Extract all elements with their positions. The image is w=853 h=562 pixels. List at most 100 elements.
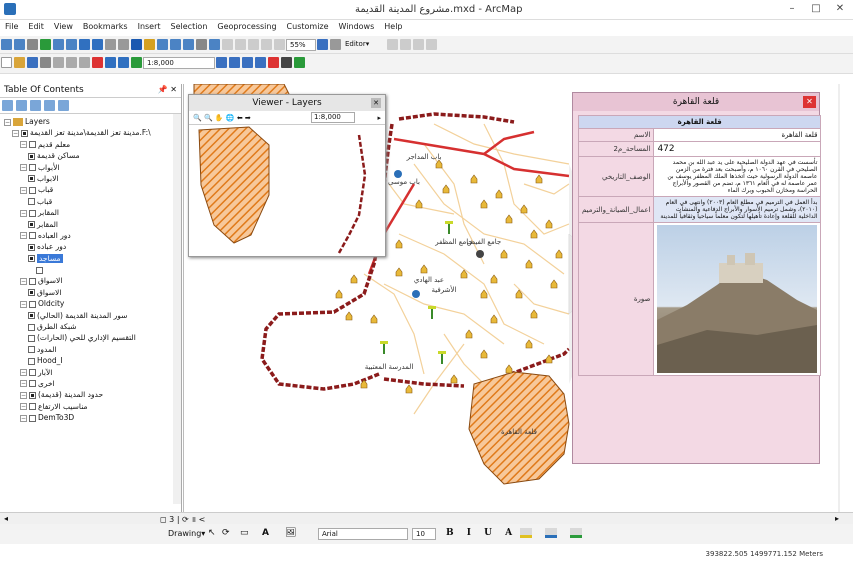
layer-visibility-checkbox[interactable]	[28, 289, 35, 297]
expand-collapse-icon[interactable]: −	[20, 380, 27, 388]
layer-visibility-checkbox[interactable]	[29, 369, 36, 377]
cut-icon[interactable]	[53, 57, 64, 68]
toc-layer-row[interactable]: − Oldcity	[4, 298, 177, 309]
toc-layer-row[interactable]: المدود	[4, 344, 177, 355]
viewer-icon[interactable]	[209, 39, 220, 50]
toc-layer-row[interactable]: − الاسواق	[4, 275, 177, 286]
map-scale-combo[interactable]: 1:8,000	[143, 57, 215, 69]
toc-layer-row[interactable]: − DemTo3D	[4, 412, 177, 423]
focus-frame-icon[interactable]	[330, 39, 341, 50]
font-name-combo[interactable]: Arial	[318, 528, 408, 540]
layer-visibility-checkbox[interactable]	[29, 141, 36, 149]
layer-visibility-checkbox[interactable]	[29, 380, 36, 388]
viewer-scale-combo[interactable]: 1:8,000	[311, 112, 355, 123]
expand-collapse-icon[interactable]: −	[20, 186, 27, 194]
toc-options-icon[interactable]	[58, 100, 69, 111]
zoom-out-icon[interactable]	[14, 39, 25, 50]
close-window-button[interactable]: ✕	[829, 2, 851, 16]
catalog-window-icon[interactable]	[242, 57, 253, 68]
expand-collapse-icon[interactable]: −	[20, 391, 27, 399]
toc-layer-row[interactable]: Hood_I	[4, 355, 177, 366]
minimize-button[interactable]: –	[781, 2, 803, 16]
expand-collapse-icon[interactable]: −	[20, 232, 27, 240]
collapse-icon[interactable]: −	[4, 118, 11, 126]
layer-visibility-checkbox[interactable]	[28, 175, 35, 183]
viewer-zoom-in-icon[interactable]: 🔍	[193, 114, 202, 122]
layer-visibility-checkbox[interactable]	[29, 300, 36, 308]
back-arrow-icon[interactable]	[79, 39, 90, 50]
full-extent-icon[interactable]	[40, 39, 51, 50]
list-by-visibility-icon[interactable]	[30, 100, 41, 111]
scroll-right-icon[interactable]: ▸	[835, 514, 839, 523]
expand-collapse-icon[interactable]: −	[20, 164, 27, 172]
viewer-window[interactable]: Viewer - Layers ✕ 🔍 🔍 ✋ 🌐 ⬅ ➡ 1:8,000 ▸	[188, 94, 386, 257]
fixed-zoom-in-icon[interactable]	[53, 39, 64, 50]
zoom-in-icon[interactable]	[1, 39, 12, 50]
layer-visibility-checkbox[interactable]	[36, 266, 43, 274]
redo-icon[interactable]	[118, 57, 129, 68]
viewer-map[interactable]	[189, 125, 385, 256]
expand-collapse-icon[interactable]: −	[12, 129, 19, 137]
paste-icon[interactable]	[79, 57, 90, 68]
text-tool-icon[interactable]: A	[262, 528, 269, 538]
fill-color-icon[interactable]	[520, 528, 532, 538]
line-color-icon[interactable]	[545, 528, 557, 538]
select-elements-icon[interactable]	[118, 39, 129, 50]
layout-pan-icon[interactable]	[248, 39, 259, 50]
list-by-drawing-order-icon[interactable]	[2, 100, 13, 111]
list-by-source-icon[interactable]	[16, 100, 27, 111]
toc-scrollbar[interactable]	[173, 114, 181, 504]
toc-layer-row[interactable]: − مدينة تعز القديمة\مدينة تعز القديمة.F:\	[4, 127, 177, 138]
layout-full-icon[interactable]	[261, 39, 272, 50]
toc-layer-row[interactable]: مساكن قديمة	[4, 150, 177, 161]
layer-visibility-checkbox[interactable]	[28, 323, 35, 331]
new-document-icon[interactable]	[1, 57, 12, 68]
expand-collapse-icon[interactable]: −	[20, 141, 27, 149]
toc-layer-row[interactable]: − دور العباده	[4, 230, 177, 241]
rotate-icon[interactable]: ⟳	[222, 528, 230, 538]
menu-edit[interactable]: Edit	[23, 20, 49, 33]
toc-layer-row[interactable]: − الأبواب	[4, 162, 177, 173]
save-icon[interactable]	[27, 57, 38, 68]
layout-zoom-icon[interactable]	[235, 39, 246, 50]
toc-window-icon[interactable]	[229, 57, 240, 68]
layer-visibility-checkbox[interactable]	[29, 277, 36, 285]
layer-visibility-checkbox[interactable]	[29, 391, 36, 399]
layer-visibility-checkbox[interactable]	[28, 255, 35, 263]
attributes-icon[interactable]	[426, 39, 437, 50]
forward-arrow-icon[interactable]	[92, 39, 103, 50]
toc-layer-row[interactable]: التقسيم الإداري للحي (الحارات)	[4, 332, 177, 343]
toc-layer-row[interactable]: − حدود المدينة (قديمة)	[4, 389, 177, 400]
expand-collapse-icon[interactable]: −	[20, 300, 27, 308]
identify-icon[interactable]	[131, 39, 142, 50]
layer-visibility-checkbox[interactable]	[21, 129, 28, 137]
menu-help[interactable]: Help	[379, 20, 407, 33]
menu-insert[interactable]: Insert	[133, 20, 166, 33]
toc-root[interactable]: − Layers	[4, 116, 177, 127]
html-popup-icon[interactable]	[183, 39, 194, 50]
sketch-tool-icon[interactable]	[400, 39, 411, 50]
viewer-title-bar[interactable]: Viewer - Layers ✕	[189, 95, 385, 111]
menu-customize[interactable]: Customize	[282, 20, 334, 33]
copy-icon[interactable]	[66, 57, 77, 68]
viewer-back-icon[interactable]: ⬅	[237, 114, 243, 122]
layer-visibility-checkbox[interactable]	[29, 186, 36, 194]
scroll-left-icon[interactable]: ◂	[4, 514, 8, 523]
toc-layer-row[interactable]: قباب	[4, 196, 177, 207]
layer-visibility-checkbox[interactable]	[28, 243, 35, 251]
expand-collapse-icon[interactable]: −	[20, 403, 27, 411]
html-popup-window[interactable]: قلعة القاهرة ✕ قلعة القاهرة الاسم قلعة ال…	[572, 92, 822, 464]
time-slider-icon[interactable]	[196, 39, 207, 50]
maximize-button[interactable]: □	[805, 2, 827, 16]
layer-visibility-checkbox[interactable]	[28, 346, 35, 354]
search-window-icon[interactable]	[255, 57, 266, 68]
hyperlink-icon[interactable]	[170, 39, 181, 50]
toc-layer-row[interactable]	[4, 264, 177, 275]
map-horizontal-scrollbar[interactable]: ◂ ◻ 3 | ⟳ ॥ < ▸	[0, 512, 853, 524]
layer-visibility-checkbox[interactable]	[28, 152, 35, 160]
toc-layer-row[interactable]: − معلم قديم	[4, 139, 177, 150]
python-window-icon[interactable]	[281, 57, 292, 68]
expand-collapse-icon[interactable]: −	[20, 277, 27, 285]
toc-layer-row[interactable]: − الآبار	[4, 367, 177, 378]
layer-visibility-checkbox[interactable]	[28, 221, 35, 229]
